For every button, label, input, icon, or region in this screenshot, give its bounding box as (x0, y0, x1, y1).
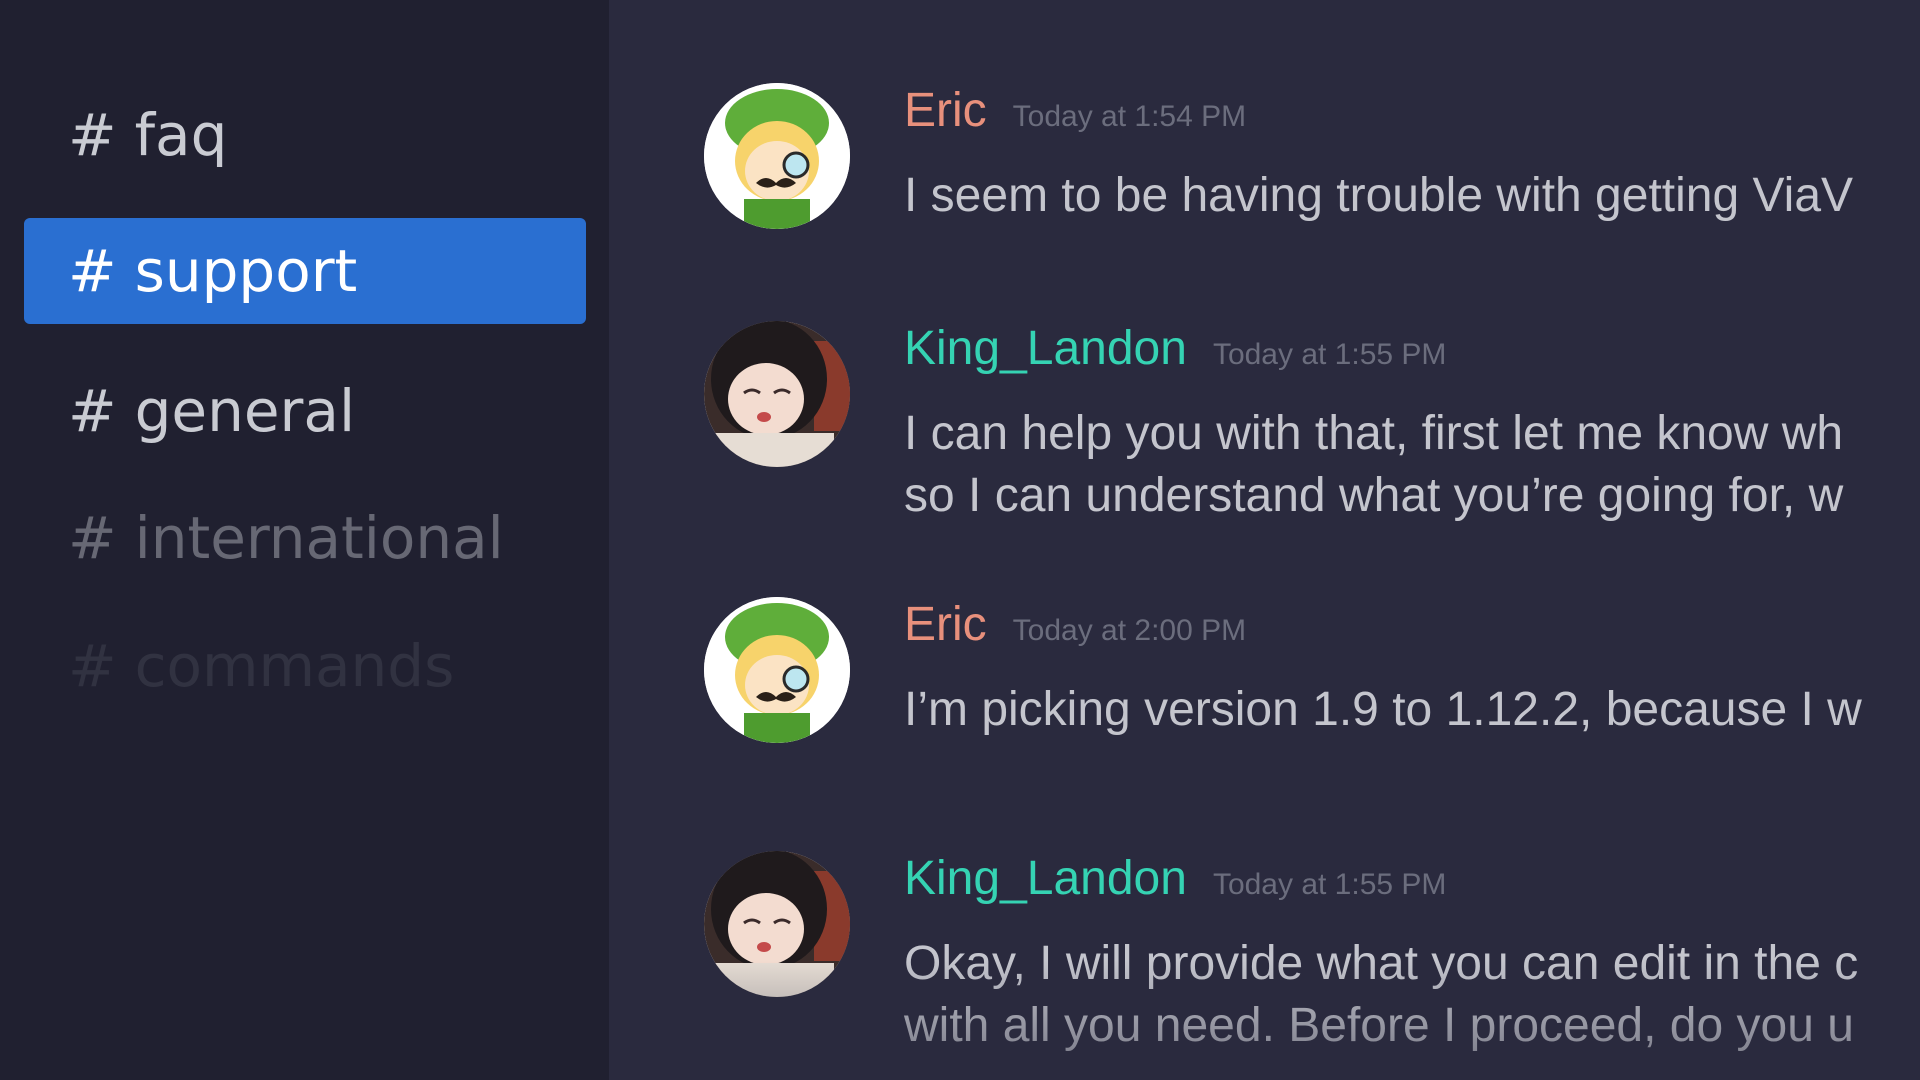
message-header: King_Landon Today at 1:55 PM (904, 851, 1446, 906)
message-header: King_Landon Today at 1:55 PM (904, 321, 1446, 376)
link-character-avatar[interactable] (704, 597, 850, 743)
channel-label: commands (134, 632, 455, 700)
anime-girl-avatar[interactable] (704, 851, 850, 997)
message-line: so I can understand what you’re going fo… (904, 469, 1844, 522)
message-line: with all you need. Before I proceed, do … (904, 999, 1854, 1052)
message-list: Eric Today at 1:54 PM I seem to be havin… (609, 0, 1920, 1080)
message-text: I can help you with that, first let me k… (904, 403, 1843, 527)
channel-international[interactable]: # international (24, 485, 586, 591)
channel-label: support (134, 237, 358, 305)
channel-hash: # (68, 101, 117, 169)
message-header: Eric Today at 1:54 PM (904, 83, 1246, 138)
channel-label: international (134, 504, 504, 572)
message-text: I seem to be having trouble with getting… (904, 165, 1853, 227)
author-name[interactable]: Eric (904, 83, 987, 138)
message-item: Eric Today at 1:54 PM I seem to be havin… (704, 83, 1920, 283)
channel-label: faq (134, 101, 228, 169)
message-line: I seem to be having trouble with getting… (904, 169, 1854, 222)
message-item: King_Landon Today at 1:55 PM I can help … (704, 321, 1920, 522)
channel-hash: # (68, 632, 117, 700)
channel-sidebar: # faq # support # general # internationa… (0, 0, 609, 1080)
channel-commands[interactable]: # commands (24, 613, 586, 719)
message-text: I’m picking version 1.9 to 1.12.2, becau… (904, 679, 1862, 741)
channel-hash: # (68, 377, 117, 445)
channel-general[interactable]: # general (24, 358, 586, 464)
channel-support[interactable]: # support (24, 218, 586, 324)
message-line: I can help you with that, first let me k… (904, 407, 1844, 460)
channel-hash: # (68, 237, 117, 305)
message-timestamp: Today at 2:00 PM (1012, 614, 1247, 647)
channel-hash: # (68, 504, 117, 572)
author-name[interactable]: Eric (904, 597, 987, 652)
author-name[interactable]: King_Landon (904, 851, 1187, 906)
channel-faq[interactable]: # faq (24, 82, 586, 188)
message-header: Eric Today at 2:00 PM (904, 597, 1246, 652)
message-item: King_Landon Today at 1:55 PM Okay, I wil… (704, 851, 1920, 1052)
message-line: I’m picking version 1.9 to 1.12.2, becau… (904, 683, 1862, 736)
anime-girl-avatar[interactable] (704, 321, 850, 467)
message-text: Okay, I will provide what you can edit i… (904, 933, 1858, 1057)
author-name[interactable]: King_Landon (904, 321, 1187, 376)
chat-app: # faq # support # general # internationa… (0, 0, 1920, 1080)
message-timestamp: Today at 1:54 PM (1012, 100, 1247, 133)
message-timestamp: Today at 1:55 PM (1212, 868, 1447, 901)
link-character-avatar[interactable] (704, 83, 850, 229)
channel-label: general (134, 377, 356, 445)
message-timestamp: Today at 1:55 PM (1212, 338, 1447, 371)
message-line: Okay, I will provide what you can edit i… (904, 937, 1859, 990)
message-item: Eric Today at 2:00 PM I’m picking versio… (704, 597, 1920, 797)
